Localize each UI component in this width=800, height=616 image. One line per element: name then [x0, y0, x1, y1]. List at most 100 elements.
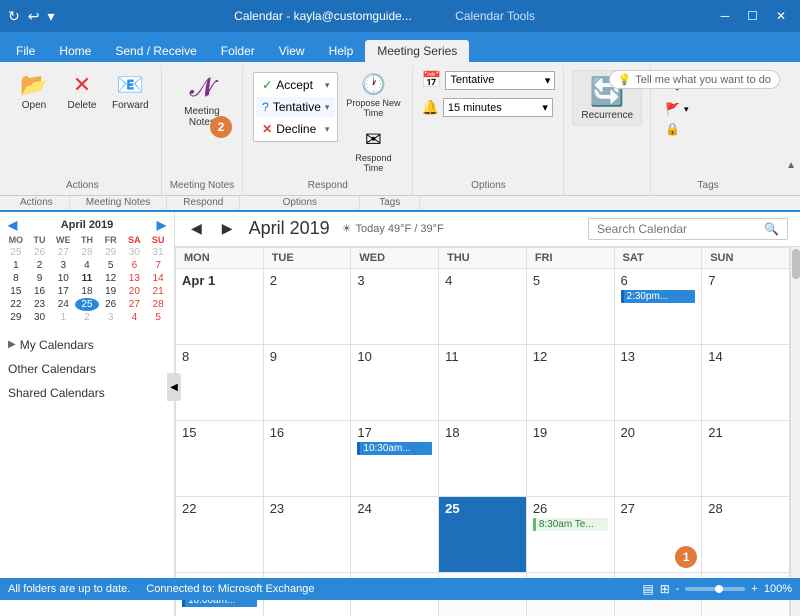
table-row[interactable]: 24 [351, 496, 439, 572]
table-row[interactable]: 10 [351, 344, 439, 420]
table-row[interactable]: 22 [176, 496, 264, 572]
tab-send-receive[interactable]: Send / Receive [103, 40, 208, 62]
mini-cal-day[interactable]: 1 [51, 311, 75, 324]
propose-new-time-button[interactable]: 🕐 Propose NewTime [342, 70, 404, 121]
table-row[interactable]: 12 [526, 344, 614, 420]
ribbon-collapse-button[interactable]: ▲ [786, 157, 796, 171]
reminder-dropdown[interactable]: 15 minutes ▾ [443, 98, 553, 117]
sidebar-collapse-button[interactable]: ◀ [167, 373, 181, 401]
table-row[interactable]: 13 [614, 344, 702, 420]
table-row[interactable]: Apr 1 [176, 268, 264, 344]
table-row[interactable]: 3 [351, 268, 439, 344]
mini-cal-day[interactable]: 12 [99, 272, 123, 285]
plus-zoom-button[interactable]: + [751, 583, 757, 595]
mini-cal-day[interactable]: 27 [123, 298, 147, 311]
accept-button[interactable]: ✓ Accept ▾ [256, 75, 335, 95]
toolbar-pin-icon[interactable]: ▾ [47, 8, 54, 25]
table-row[interactable]: 18 [439, 420, 527, 496]
mini-cal-day[interactable]: 9 [28, 272, 52, 285]
mini-cal-day[interactable]: 2 [28, 259, 52, 272]
mini-cal-day[interactable]: 27 [51, 246, 75, 259]
tab-folder[interactable]: Folder [209, 40, 267, 62]
table-row[interactable]: 20 [614, 420, 702, 496]
mini-cal-day[interactable]: 6 [123, 259, 147, 272]
restore-button[interactable]: ☐ [741, 9, 764, 23]
view-icon-2[interactable]: ⊞ [660, 582, 670, 596]
sidebar-item-my-calendars[interactable]: ▶ My Calendars [4, 332, 170, 356]
table-row[interactable]: 5 [526, 268, 614, 344]
table-row[interactable]: 16 [263, 420, 351, 496]
table-row[interactable]: 4 [439, 268, 527, 344]
table-row[interactable]: 268:30am Te... [526, 496, 614, 572]
table-row[interactable]: 28 [702, 496, 790, 572]
respond-time-button[interactable]: ✉ RespondTime [342, 125, 404, 176]
table-row[interactable]: 7 [702, 268, 790, 344]
minus-zoom-button[interactable]: - [676, 583, 680, 595]
tell-me-bar[interactable]: 💡 Tell me what you want to do [609, 70, 780, 89]
flag-button[interactable]: 🚩 ▾ [659, 100, 703, 118]
tab-help[interactable]: Help [317, 40, 366, 62]
mini-cal-day[interactable]: 23 [28, 298, 52, 311]
mini-cal-next[interactable]: ▶ [153, 218, 170, 232]
mini-cal-day[interactable]: 29 [4, 311, 28, 324]
minimize-button[interactable]: ─ [715, 9, 736, 23]
mini-cal-day[interactable]: 3 [99, 311, 123, 324]
mini-cal-day[interactable]: 25 [4, 246, 28, 259]
scrollbar[interactable] [790, 247, 800, 616]
tentative-dropdown[interactable]: Tentative ▾ [445, 71, 555, 90]
table-row[interactable]: 14 [702, 344, 790, 420]
mini-cal-day[interactable]: 5 [99, 259, 123, 272]
mini-cal-day[interactable]: 1 [4, 259, 28, 272]
mini-cal-day[interactable]: 7 [146, 259, 170, 272]
mini-cal-day[interactable]: 26 [99, 298, 123, 311]
mini-cal-day[interactable]: 29 [99, 246, 123, 259]
mini-cal-day[interactable]: 26 [28, 246, 52, 259]
mini-cal-day[interactable]: 14 [146, 272, 170, 285]
search-bar[interactable]: 🔍 [588, 218, 788, 240]
tentative-button[interactable]: ? Tentative ▾ [256, 97, 335, 117]
event-pill[interactable]: 10:30am... [357, 442, 432, 455]
tab-home[interactable]: Home [47, 40, 103, 62]
undo-icon[interactable]: ↩ [28, 8, 40, 25]
table-row[interactable]: 19 [526, 420, 614, 496]
mini-cal-day[interactable]: 16 [28, 285, 52, 298]
mini-cal-day[interactable]: 24 [51, 298, 75, 311]
mini-cal-day[interactable]: 30 [123, 246, 147, 259]
mini-cal-day[interactable]: 18 [75, 285, 99, 298]
decline-button[interactable]: ✕ Decline ▾ [256, 119, 335, 139]
lock-button[interactable]: 🔒 [659, 120, 703, 138]
mini-cal-day[interactable]: 22 [4, 298, 28, 311]
mini-cal-day[interactable]: 17 [51, 285, 75, 298]
mini-cal-day[interactable]: 10 [51, 272, 75, 285]
table-row[interactable]: 11 [439, 344, 527, 420]
table-row[interactable]: 8 [176, 344, 264, 420]
mini-cal-day[interactable]: 28 [75, 246, 99, 259]
mini-cal-day[interactable]: 13 [123, 272, 147, 285]
table-row[interactable]: 2 [263, 268, 351, 344]
open-button[interactable]: 📂 Open [12, 70, 56, 113]
mini-cal-day[interactable]: 11 [75, 272, 99, 285]
search-input[interactable] [597, 222, 764, 236]
table-row[interactable]: 62:30pm... [614, 268, 702, 344]
table-row[interactable]: 21 [702, 420, 790, 496]
table-row[interactable]: 1710:30am... [351, 420, 439, 496]
view-icon-1[interactable]: ▤ [642, 582, 653, 596]
table-row[interactable]: 271 [614, 496, 702, 572]
mini-cal-day[interactable]: 30 [28, 311, 52, 324]
mini-cal-day[interactable]: 21 [146, 285, 170, 298]
table-row[interactable]: 25 [439, 496, 527, 572]
mini-cal-day[interactable]: 19 [99, 285, 123, 298]
zoom-track[interactable] [685, 587, 745, 591]
mini-cal-day[interactable]: 3 [51, 259, 75, 272]
mini-cal-day[interactable]: 25 [75, 298, 99, 311]
mini-cal-day[interactable]: 4 [123, 311, 147, 324]
mini-cal-day[interactable]: 2 [75, 311, 99, 324]
close-button[interactable]: ✕ [770, 9, 792, 23]
sidebar-item-shared-calendars[interactable]: Shared Calendars [4, 380, 170, 404]
mini-cal-prev[interactable]: ◀ [4, 218, 21, 232]
table-row[interactable]: 23 [263, 496, 351, 572]
tab-view[interactable]: View [267, 40, 317, 62]
mini-cal-day[interactable]: 31 [146, 246, 170, 259]
tab-file[interactable]: File [4, 40, 47, 62]
meeting-notes-button[interactable]: 𝓝 MeetingNotes 2 [180, 70, 224, 130]
